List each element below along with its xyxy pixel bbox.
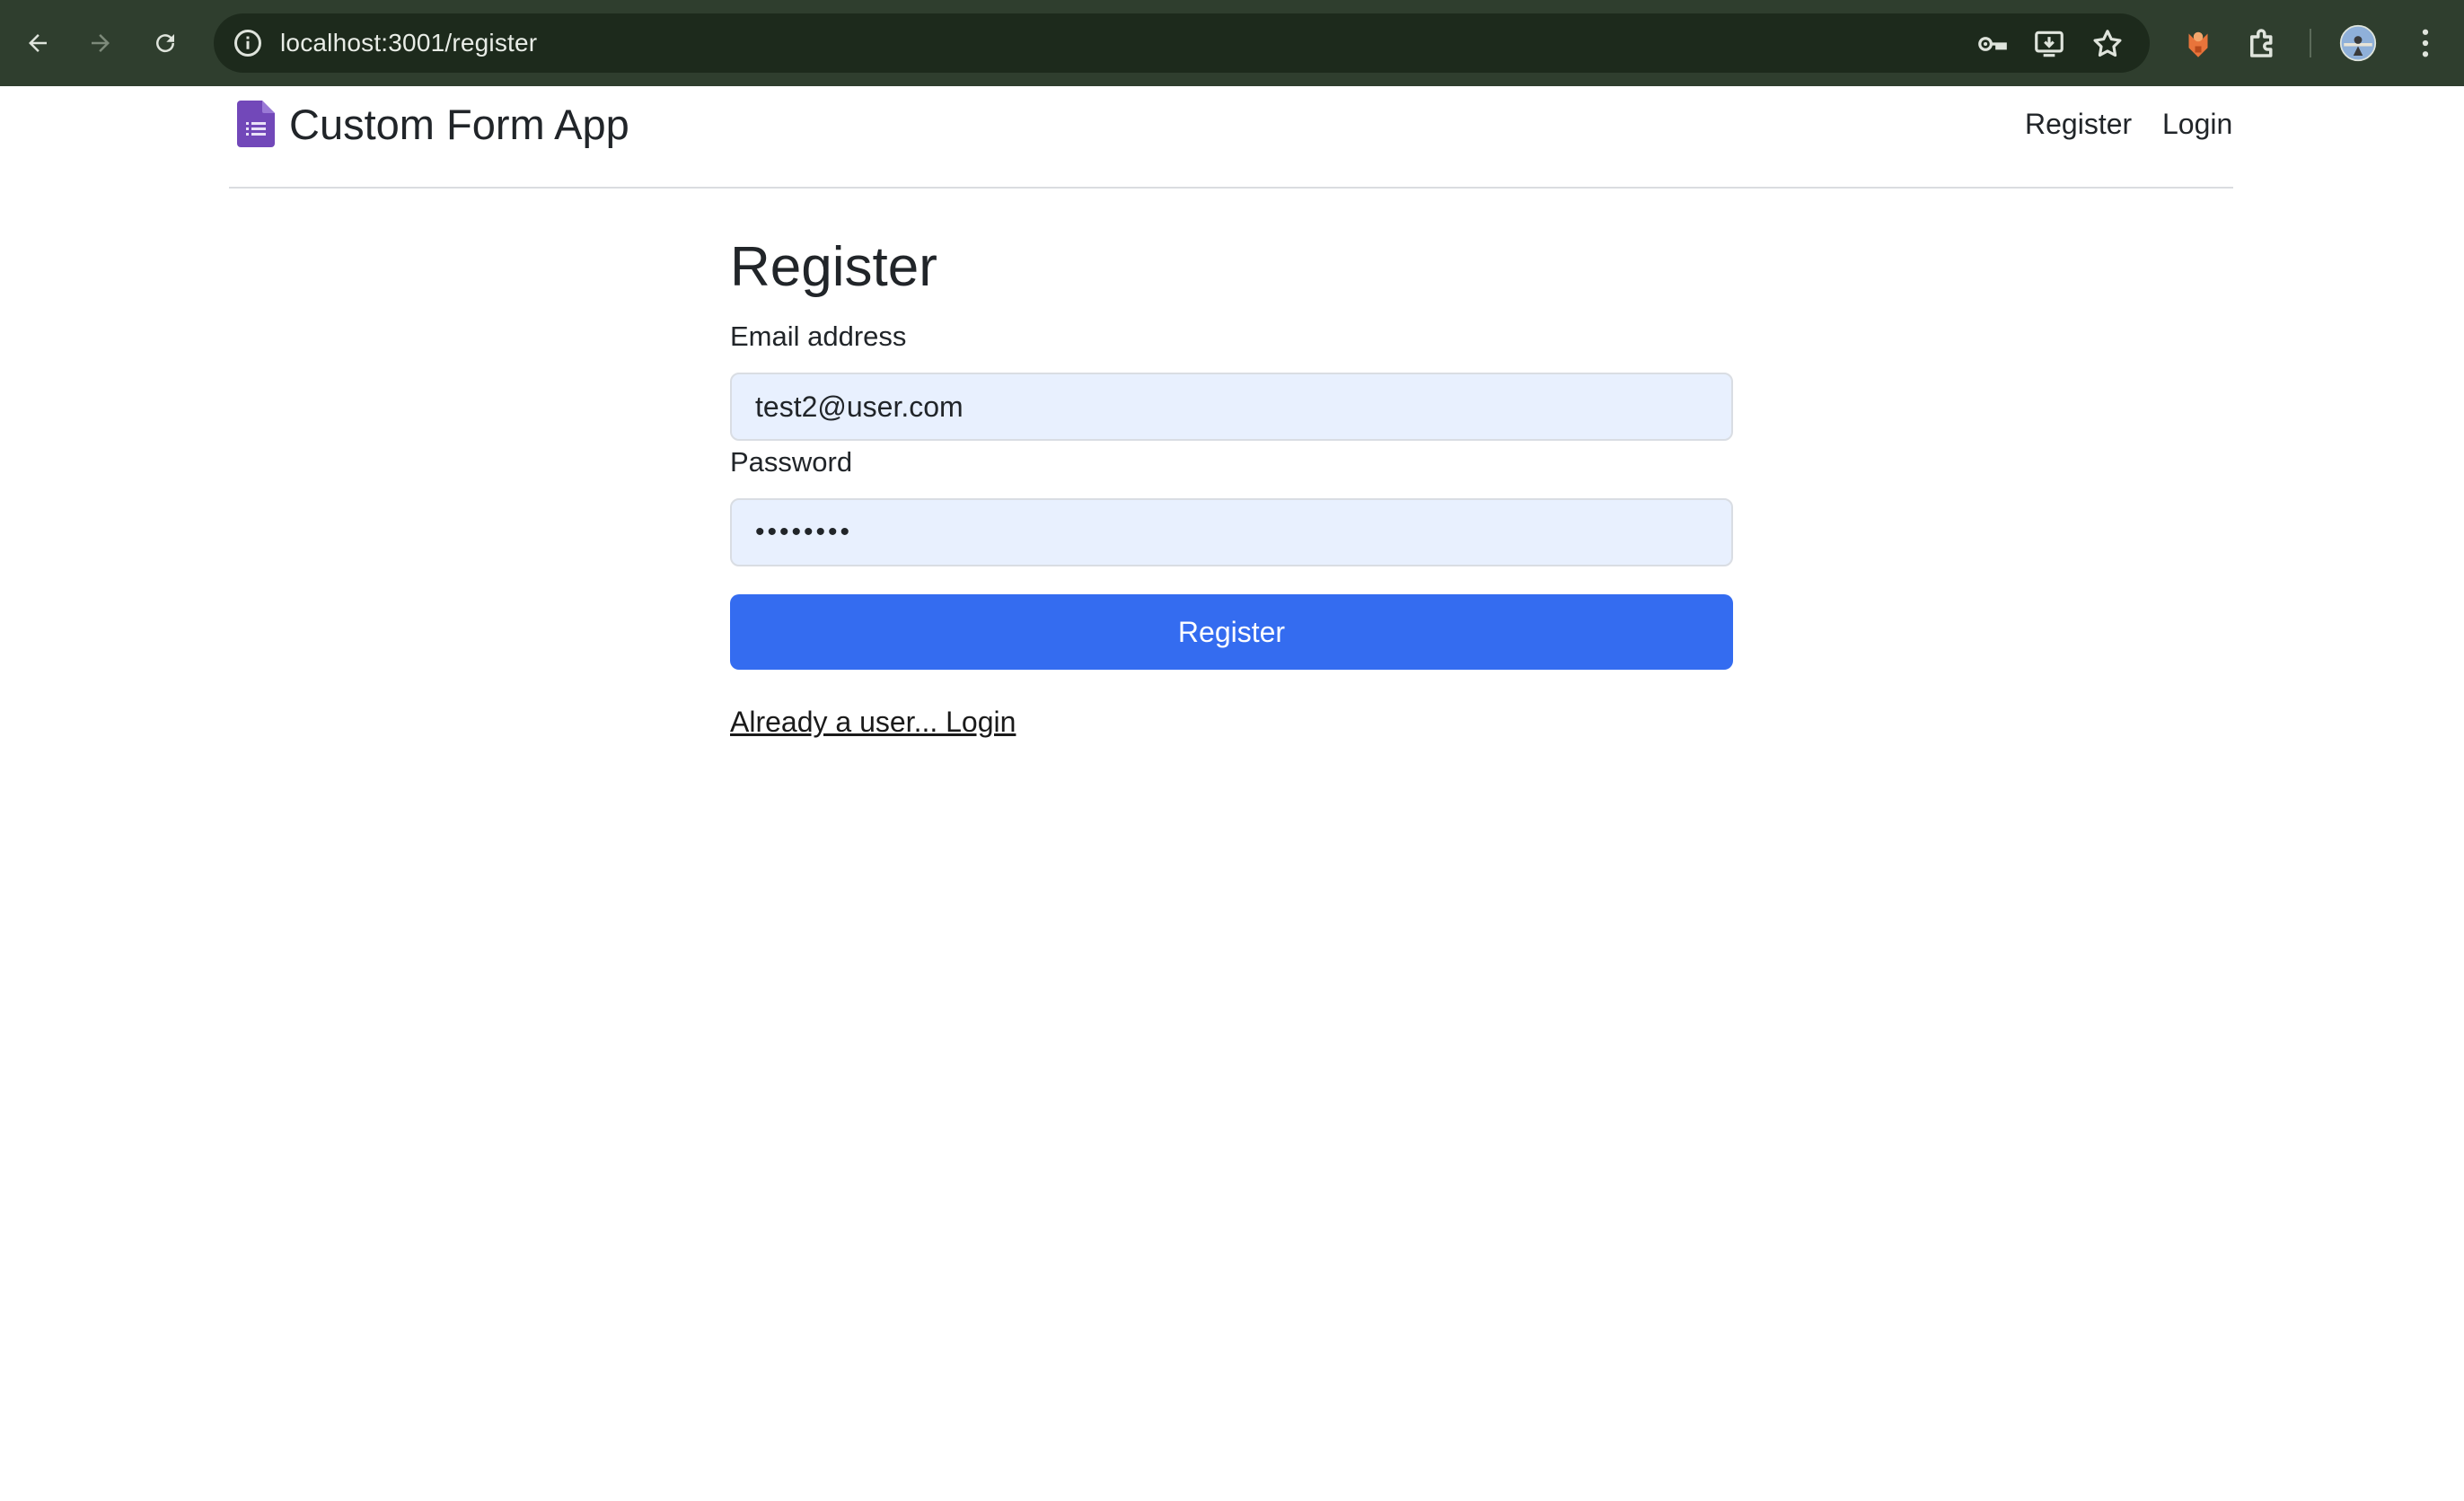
nav-login-link[interactable]: Login xyxy=(2162,104,2232,144)
address-bar[interactable]: localhost:3001/register xyxy=(214,13,2150,73)
back-arrow-icon[interactable] xyxy=(16,22,59,65)
email-label: Email address xyxy=(730,320,907,352)
extensions-puzzle-icon[interactable] xyxy=(2244,24,2282,62)
brand-name: Custom Form App xyxy=(289,100,629,148)
nav-register-link[interactable]: Register xyxy=(2025,104,2132,144)
reload-icon[interactable] xyxy=(144,22,187,65)
more-menu-icon[interactable] xyxy=(2407,24,2444,62)
bookmark-star-icon[interactable] xyxy=(2090,27,2125,61)
brand[interactable]: Custom Form App xyxy=(237,97,629,151)
forward-arrow-icon[interactable] xyxy=(79,22,122,65)
email-field[interactable] xyxy=(730,373,1733,441)
toolbar-divider xyxy=(2310,29,2311,57)
profile-avatar[interactable] xyxy=(2339,24,2377,62)
register-button[interactable]: Register xyxy=(730,594,1733,670)
login-link[interactable]: Already a user... Login xyxy=(730,702,1016,742)
password-label: Password xyxy=(730,446,853,478)
form-document-icon xyxy=(237,101,275,147)
password-field[interactable] xyxy=(730,498,1733,566)
page-title: Register xyxy=(730,236,937,298)
password-key-icon[interactable] xyxy=(1976,27,2010,61)
browser-toolbar: localhost:3001/register xyxy=(0,0,2464,86)
navbar-divider xyxy=(229,187,2233,189)
install-app-icon[interactable] xyxy=(2032,27,2066,61)
url-text[interactable]: localhost:3001/register xyxy=(280,13,537,73)
extension-fox-icon[interactable] xyxy=(2179,24,2217,62)
site-info-icon[interactable] xyxy=(232,27,264,59)
